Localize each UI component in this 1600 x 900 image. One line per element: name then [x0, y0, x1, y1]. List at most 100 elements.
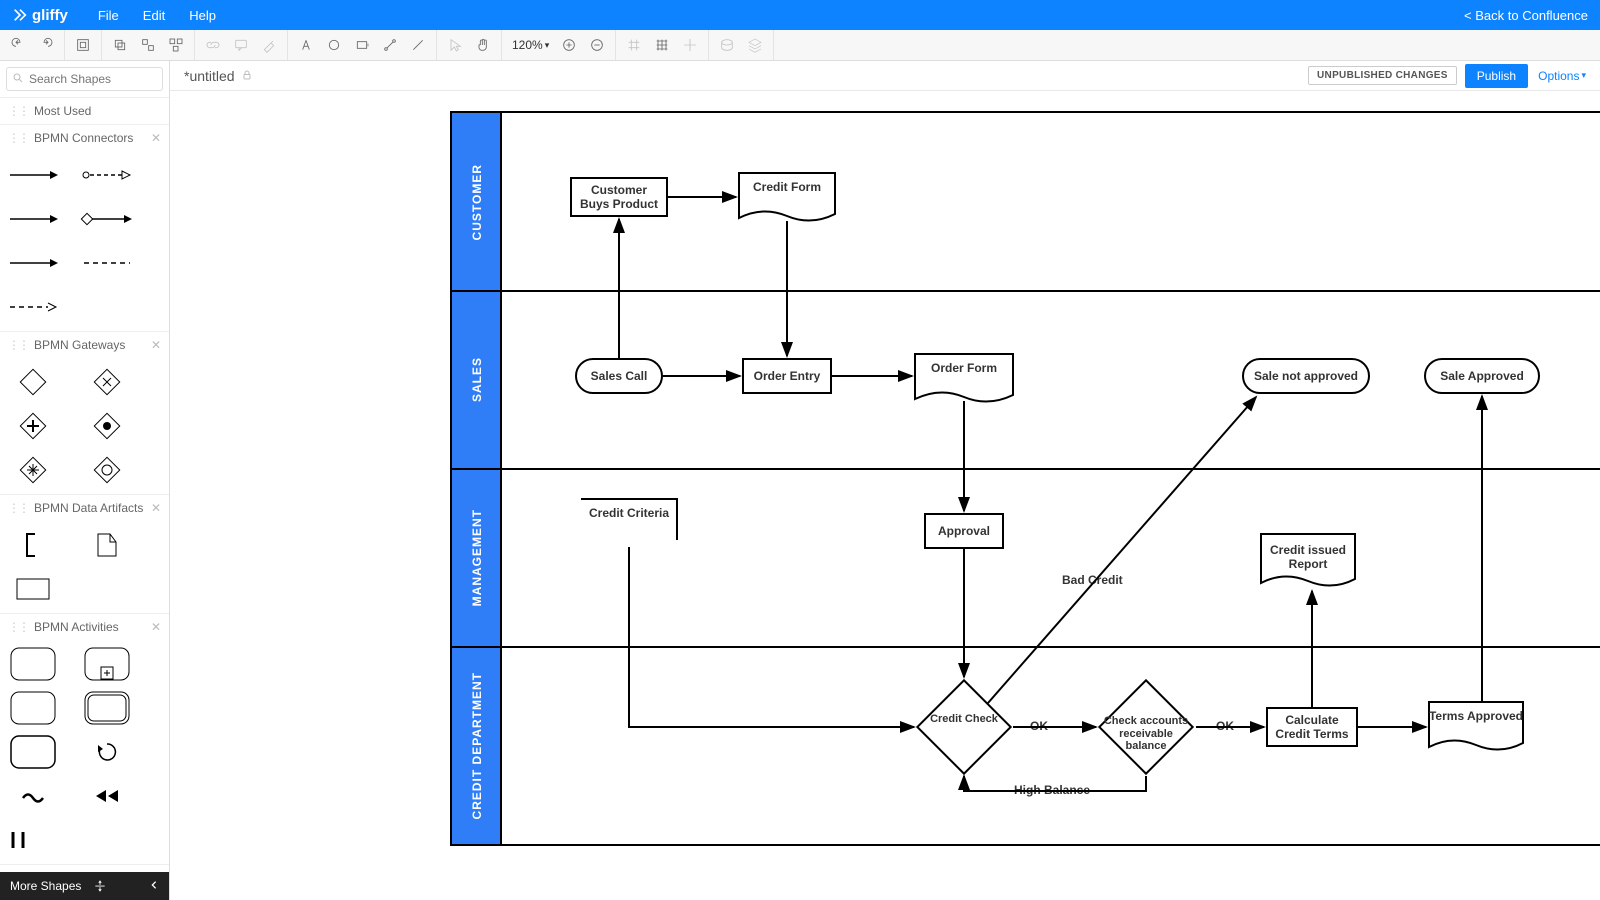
swimlane-diagram[interactable]: CUSTOMER SALES MANAGEMENT CREDIT DEPARTM… — [450, 111, 1600, 846]
node-order-form[interactable]: Order Form — [914, 353, 1014, 405]
circle-tool[interactable] — [320, 31, 348, 59]
section-label: BPMN Data Artifacts — [34, 501, 143, 515]
undo-button[interactable] — [4, 31, 32, 59]
annotation-shape[interactable] — [8, 531, 58, 559]
node-approval[interactable]: Approval — [924, 513, 1004, 549]
lane-header-sales[interactable]: SALES — [452, 291, 502, 469]
connector-plain[interactable] — [8, 249, 58, 277]
link-button[interactable] — [199, 31, 227, 59]
connector-tool[interactable] — [376, 31, 404, 59]
line-tool[interactable] — [404, 31, 432, 59]
gateway-complex[interactable] — [8, 456, 58, 484]
menubar: gliffy File Edit Help < Back to Confluen… — [0, 0, 1600, 30]
group-shape[interactable] — [8, 575, 58, 603]
menu-help[interactable]: Help — [177, 8, 228, 23]
node-order-entry[interactable]: Order Entry — [742, 358, 832, 394]
node-credit-check[interactable]: Credit Check — [930, 693, 998, 761]
node-sales-call[interactable]: Sales Call — [575, 358, 663, 394]
call-activity-shape[interactable] — [8, 738, 58, 766]
section-label: BPMN Activities — [34, 620, 119, 634]
comment-button[interactable] — [227, 31, 255, 59]
pan-tool[interactable] — [469, 31, 497, 59]
drag-handle-icon: ⋮⋮ — [8, 620, 28, 634]
section-most-used[interactable]: ⋮⋮ Most Used — [0, 98, 169, 124]
node-calculate-terms[interactable]: Calculate Credit Terms — [1266, 707, 1358, 747]
gateway-exclusive[interactable] — [8, 368, 58, 396]
node-customer-buys[interactable]: Customer Buys Product — [570, 177, 668, 217]
redo-button[interactable] — [32, 31, 60, 59]
close-icon[interactable]: ✕ — [151, 131, 161, 145]
rect-tool[interactable] — [348, 31, 376, 59]
parallel-mi-shape[interactable] — [8, 826, 28, 854]
group-button[interactable] — [134, 31, 162, 59]
section-bpmn-gateways[interactable]: ⋮⋮ BPMN Gateways ✕ — [0, 332, 169, 358]
close-icon[interactable]: ✕ — [151, 501, 161, 515]
connector-default[interactable] — [8, 205, 58, 233]
node-credit-form[interactable]: Credit Form — [738, 172, 836, 224]
section-bpmn-artifacts[interactable]: ⋮⋮ BPMN Data Artifacts ✕ — [0, 495, 169, 521]
grid-button[interactable] — [648, 31, 676, 59]
copy-button[interactable] — [106, 31, 134, 59]
zoom-in-button[interactable] — [555, 31, 583, 59]
lane-header-credit[interactable]: CREDIT DEPARTMENT — [452, 647, 502, 844]
document-title[interactable]: *untitled — [184, 68, 235, 84]
paint-button[interactable] — [255, 31, 283, 59]
section-bpmn-connectors[interactable]: ⋮⋮ BPMN Connectors ✕ — [0, 125, 169, 151]
data-object-shape[interactable] — [82, 531, 132, 559]
drag-handle-icon: ⋮⋮ — [8, 131, 28, 145]
options-dropdown[interactable]: Options▾ — [1538, 69, 1586, 83]
section-bpmn-activities[interactable]: ⋮⋮ BPMN Activities ✕ — [0, 614, 169, 640]
edge-label-high-balance: High Balance — [1012, 783, 1092, 797]
more-shapes-bar[interactable]: More Shapes — [0, 872, 169, 900]
pointer-tool[interactable] — [441, 31, 469, 59]
adhoc-shape[interactable] — [8, 782, 58, 810]
ungroup-button[interactable] — [162, 31, 190, 59]
logo: gliffy — [12, 7, 68, 24]
canvas-header: *untitled UNPUBLISHED CHANGES Publish Op… — [170, 61, 1600, 91]
transaction-shape[interactable] — [82, 694, 132, 722]
node-sale-approved[interactable]: Sale Approved — [1424, 358, 1540, 394]
connector-sequence[interactable] — [8, 161, 58, 189]
gateway-exclusive-x[interactable] — [82, 368, 132, 396]
gateway-parallel[interactable] — [8, 412, 58, 440]
connector-conditional[interactable] — [82, 161, 132, 189]
connector-dashed-arrow[interactable] — [8, 293, 58, 321]
close-icon[interactable]: ✕ — [151, 620, 161, 634]
search-input[interactable] — [6, 67, 163, 91]
node-check-balance[interactable]: Check accounts receivable balance — [1112, 693, 1180, 761]
close-icon[interactable]: ✕ — [151, 338, 161, 352]
drag-handle-icon: ⋮⋮ — [8, 104, 28, 118]
menu-file[interactable]: File — [86, 8, 131, 23]
publish-button[interactable]: Publish — [1465, 64, 1528, 88]
gateway-inclusive[interactable] — [82, 412, 132, 440]
loop-shape[interactable] — [82, 738, 132, 766]
layers-button[interactable] — [741, 31, 769, 59]
connector-association[interactable] — [82, 249, 132, 277]
text-tool[interactable] — [292, 31, 320, 59]
subprocess-shape[interactable] — [82, 650, 132, 678]
compensation-shape[interactable] — [82, 782, 132, 810]
snap-grid-button[interactable] — [620, 31, 648, 59]
node-credit-criteria[interactable]: Credit Criteria — [580, 498, 678, 550]
guides-button[interactable] — [676, 31, 704, 59]
fit-button[interactable] — [69, 31, 97, 59]
back-to-confluence-link[interactable]: < Back to Confluence — [1464, 8, 1588, 23]
section-label: BPMN Gateways — [34, 338, 125, 352]
shape-menu-button[interactable] — [713, 31, 741, 59]
task-shape-2[interactable] — [8, 694, 58, 722]
zoom-level[interactable]: 120%▾ — [506, 38, 555, 52]
task-shape[interactable] — [8, 650, 58, 678]
node-terms-approved[interactable]: Terms Approved — [1428, 701, 1524, 753]
connector-diamond[interactable] — [82, 205, 132, 233]
lane-header-management[interactable]: MANAGEMENT — [452, 469, 502, 647]
drag-handle-icon: ⋮⋮ — [8, 501, 28, 515]
node-credit-report[interactable]: Credit issued Report — [1260, 533, 1356, 589]
gateway-event[interactable] — [82, 456, 132, 484]
node-sale-not-approved[interactable]: Sale not approved — [1242, 358, 1370, 394]
zoom-out-button[interactable] — [583, 31, 611, 59]
section-label: Most Used — [34, 104, 91, 118]
search-icon — [12, 72, 24, 87]
menu-edit[interactable]: Edit — [131, 8, 177, 23]
canvas[interactable]: CUSTOMER SALES MANAGEMENT CREDIT DEPARTM… — [170, 91, 1600, 900]
lane-header-customer[interactable]: CUSTOMER — [452, 113, 502, 291]
